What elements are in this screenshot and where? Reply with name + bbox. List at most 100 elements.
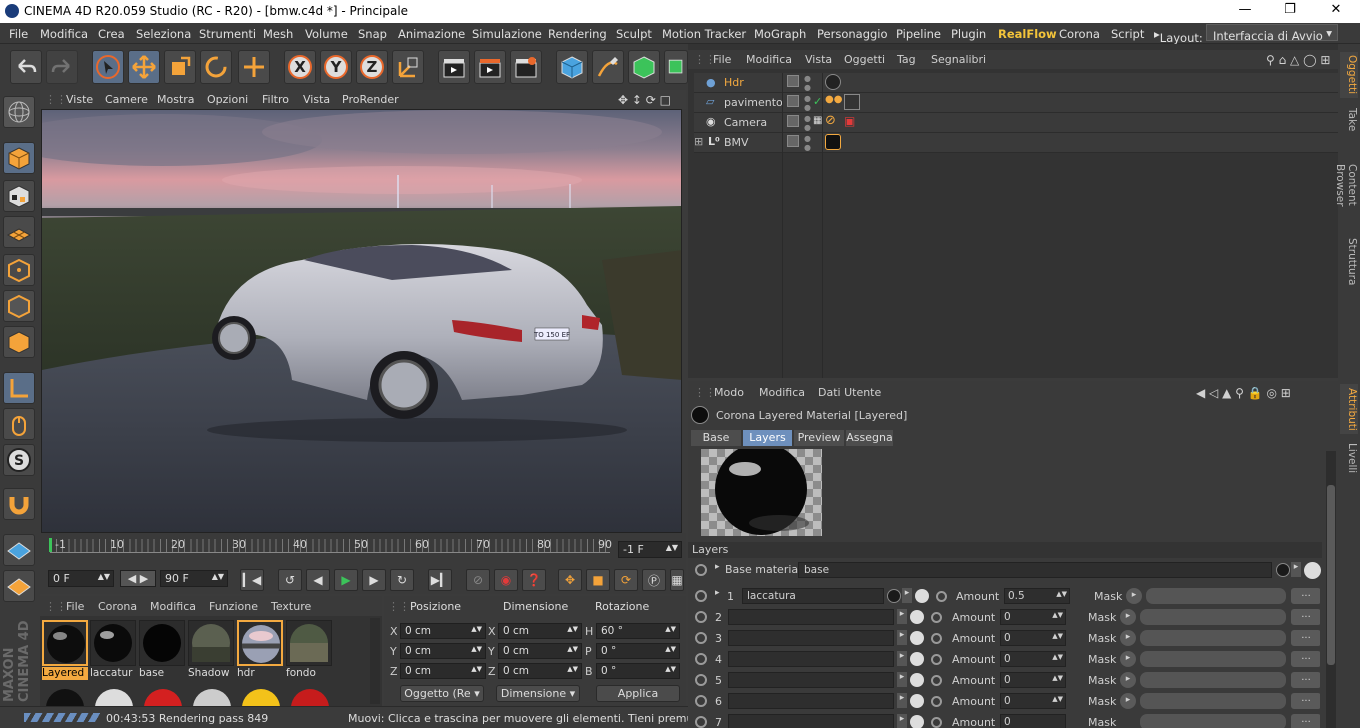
menu-personaggio[interactable]: Personaggio — [817, 27, 888, 41]
render-picture-viewer-button[interactable] — [474, 50, 506, 84]
undo-button[interactable] — [10, 50, 42, 84]
close-icon[interactable]: ✕ — [1324, 2, 1348, 17]
visibility-dots-icon[interactable]: ● ● — [804, 94, 811, 112]
menu-pipeline[interactable]: Pipeline — [896, 27, 941, 41]
pick-cursor-icon[interactable] — [910, 631, 924, 645]
material-swatch-hdr[interactable]: hdr — [237, 620, 283, 682]
object-menu-tag[interactable]: Tag — [897, 53, 916, 66]
mask-link-field[interactable] — [1140, 714, 1286, 728]
viewport-menu-vista[interactable]: Vista — [303, 93, 330, 106]
protection-tag-icon[interactable]: ⊘ — [825, 113, 836, 128]
side-tab-oggetti[interactable]: Oggetti — [1340, 52, 1358, 98]
attribute-menu-dati-utente[interactable]: Dati Utente — [818, 386, 881, 399]
rotation-p-field[interactable]: 0 ° ▲▼ — [596, 643, 680, 659]
tab-base[interactable]: Base — [691, 430, 741, 446]
material-menu-texture[interactable]: Texture — [271, 600, 311, 613]
viewport-menu-prorender[interactable]: ProRender — [342, 93, 399, 106]
layer-material-field[interactable] — [728, 609, 894, 625]
material-tag-icon[interactable] — [825, 134, 841, 150]
edges-mode-button[interactable] — [3, 290, 35, 322]
layer-material-field[interactable]: laccatura — [742, 588, 884, 604]
amount-field[interactable]: 0.5 ▲▼ — [1004, 588, 1070, 604]
next-frame-button[interactable]: ▶ — [362, 569, 386, 591]
animate-radio-icon[interactable] — [695, 653, 707, 665]
mask-link-field[interactable] — [1140, 693, 1286, 709]
mask-link-field[interactable] — [1140, 672, 1286, 688]
move-tool-button[interactable] — [128, 50, 160, 84]
key-pla-button[interactable]: ▦ — [670, 569, 684, 591]
mask-options-button[interactable]: ... — [1291, 693, 1320, 709]
expand-plus-icon[interactable]: ⊞ — [694, 135, 703, 148]
corona-tag-icon[interactable]: ●● — [825, 94, 842, 105]
menu-arrow-icon[interactable]: ▸ — [902, 588, 912, 603]
menu-file[interactable]: File — [9, 27, 28, 41]
solo-mode-button[interactable]: S — [3, 444, 35, 476]
prev-frame-button[interactable]: ◀ — [306, 569, 330, 591]
material-scrollbar[interactable] — [370, 618, 380, 704]
menu-simulazione[interactable]: Simulazione — [472, 27, 542, 41]
keyframe-selection-button[interactable]: ❓ — [522, 569, 546, 591]
mask-options-button[interactable]: ... — [1291, 588, 1320, 604]
rotate-tool-button[interactable] — [200, 50, 232, 84]
viewport-menu-mostra[interactable]: Mostra — [157, 93, 195, 106]
select-tool-button[interactable] — [92, 50, 124, 84]
mask-arrow-icon[interactable]: ▸ — [1120, 693, 1136, 709]
texture-mode-button[interactable] — [3, 180, 35, 212]
size-y-field[interactable]: 0 cm ▲▼ — [498, 643, 582, 659]
animate-radio-icon[interactable] — [931, 654, 942, 665]
object-row-hdr[interactable]: ● Hdr ● ● — [694, 73, 1338, 93]
material-menu-modifica[interactable]: Modifica — [150, 600, 196, 613]
scale-tool-button[interactable] — [164, 50, 196, 84]
pick-cursor-icon[interactable] — [910, 652, 924, 666]
tab-preview[interactable]: Preview — [794, 430, 844, 446]
minimize-icon[interactable]: — — [1233, 2, 1257, 17]
animate-radio-icon[interactable] — [695, 590, 707, 602]
mask-arrow-icon[interactable]: ▸ — [1120, 609, 1136, 625]
add-spline-button[interactable] — [592, 50, 624, 84]
layer-material-field[interactable] — [728, 714, 894, 728]
render-viewport[interactable]: TO 150 EF — [41, 109, 682, 533]
size-z-field[interactable]: 0 cm ▲▼ — [498, 663, 582, 679]
key-scale-button[interactable]: ■ — [586, 569, 610, 591]
amount-field[interactable]: 0 ▲▼ — [1000, 672, 1066, 688]
amount-field[interactable]: 0 ▲▼ — [1000, 651, 1066, 667]
mask-arrow-icon[interactable]: ▸ — [1120, 672, 1136, 688]
amount-field[interactable]: 0 — [1000, 714, 1066, 728]
axis-mode-button[interactable] — [3, 372, 35, 404]
model-mode-button[interactable] — [3, 142, 35, 174]
pick-cursor-icon[interactable] — [1304, 562, 1321, 579]
coordinate-system-button[interactable] — [392, 50, 424, 84]
viewport-menu-opzioni[interactable]: Opzioni — [207, 93, 248, 106]
menu-arrow-icon[interactable]: ▸ — [897, 672, 907, 687]
expand-arrow-icon[interactable]: ▸ — [715, 562, 720, 572]
menu-arrow-icon[interactable]: ▸ — [897, 609, 907, 624]
attribute-menu-modo[interactable]: Modo — [714, 386, 744, 399]
current-frame-field[interactable]: -1 F ▲▼ — [618, 541, 682, 558]
layer-material-field[interactable] — [728, 651, 894, 667]
object-row-bmv[interactable]: ⊞ L⁰ BMV ● ● — [694, 133, 1338, 153]
visibility-dots-icon[interactable]: ● ● — [804, 114, 811, 132]
menu-corona[interactable]: Corona — [1059, 27, 1100, 41]
material-swatch-laccatura[interactable]: laccatur — [90, 620, 136, 682]
side-tab-attributi[interactable]: Attributi — [1340, 384, 1358, 434]
object-row-pavimento[interactable]: ▱ pavimento ● ● ✓ ●● — [694, 93, 1338, 113]
position-z-field[interactable]: 0 cm ▲▼ — [400, 663, 486, 679]
menu-strumenti[interactable]: Strumenti — [199, 27, 256, 41]
tab-layers[interactable]: Layers — [743, 430, 792, 446]
position-x-field[interactable]: 0 cm ▲▼ — [400, 623, 486, 639]
object-menu-file[interactable]: File — [713, 53, 731, 66]
render-view-button[interactable] — [438, 50, 470, 84]
attribute-menu-modifica[interactable]: Modifica — [759, 386, 805, 399]
menu-arrow-icon[interactable]: ▸ — [1291, 562, 1301, 577]
snap-button[interactable] — [3, 488, 35, 520]
menu-modifica[interactable]: Modifica — [40, 27, 88, 41]
start-frame-field[interactable]: 0 F ▲▼ — [48, 570, 114, 587]
add-generator-button[interactable] — [628, 50, 660, 84]
scroll-thumb[interactable] — [1327, 485, 1335, 665]
checkmark-icon[interactable]: ✓ — [813, 95, 822, 108]
tweak-mode-button[interactable] — [3, 408, 35, 440]
material-tag-icon[interactable] — [825, 74, 841, 90]
animate-radio-icon[interactable] — [695, 674, 707, 686]
expand-arrow-icon[interactable]: ▸ — [715, 588, 720, 598]
menu-snap[interactable]: Snap — [358, 27, 387, 41]
